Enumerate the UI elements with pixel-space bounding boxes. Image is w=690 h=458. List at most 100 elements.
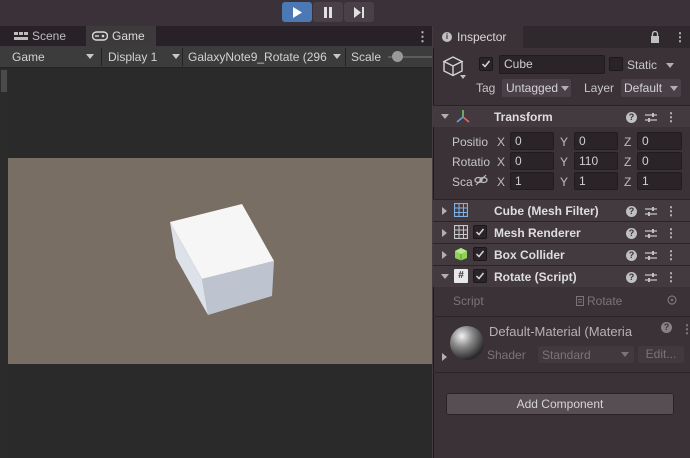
inspector-title: Inspector bbox=[457, 30, 507, 44]
component-menu-icon[interactable]: ⋮ bbox=[665, 205, 677, 217]
scale-x-field[interactable]: 1 bbox=[510, 172, 554, 190]
add-component-button[interactable]: Add Component bbox=[446, 393, 674, 415]
help-icon[interactable]: ? bbox=[626, 227, 637, 239]
tab-inspector[interactable]: i Inspector bbox=[433, 26, 523, 48]
step-icon bbox=[353, 6, 365, 18]
cube-object-icon bbox=[441, 55, 465, 77]
help-icon[interactable]: ? bbox=[626, 249, 637, 261]
chevron-down-icon bbox=[670, 86, 678, 91]
object-picker-icon[interactable] bbox=[667, 295, 677, 305]
static-dropdown-arrow[interactable] bbox=[666, 63, 674, 68]
tag-label: Tag bbox=[476, 81, 496, 95]
help-icon[interactable]: ? bbox=[626, 111, 637, 123]
rotate-script-checkbox[interactable] bbox=[473, 269, 487, 283]
position-y-field[interactable]: 0 bbox=[574, 132, 618, 150]
toolbar-divider bbox=[345, 48, 346, 66]
presets-icon[interactable] bbox=[645, 112, 657, 123]
transform-title: Transform bbox=[494, 110, 553, 124]
game-mode-dropdown[interactable]: Game bbox=[12, 46, 98, 68]
rotation-z-field[interactable]: 0 bbox=[637, 152, 682, 170]
check-icon bbox=[481, 60, 491, 68]
component-menu-icon[interactable]: ⋮ bbox=[665, 227, 677, 239]
component-menu-icon[interactable]: ⋮ bbox=[665, 111, 677, 123]
shader-dropdown[interactable]: Standard bbox=[538, 346, 634, 363]
expand-arrow-icon bbox=[442, 229, 447, 237]
scroll-strip bbox=[0, 68, 8, 458]
collapse-arrow-icon bbox=[441, 274, 449, 279]
static-checkbox[interactable] bbox=[609, 57, 623, 71]
mesh-renderer-header[interactable]: Mesh Renderer ? ⋮ bbox=[433, 221, 690, 243]
presets-icon[interactable] bbox=[645, 250, 657, 261]
gamepad-icon bbox=[92, 31, 108, 41]
scale-z-field[interactable]: 1 bbox=[637, 172, 682, 190]
tag-dropdown[interactable]: Untagged bbox=[502, 79, 571, 97]
static-label: Static bbox=[627, 58, 658, 72]
help-icon[interactable]: ? bbox=[626, 205, 637, 217]
step-button[interactable] bbox=[344, 2, 374, 22]
position-x-field[interactable]: 0 bbox=[510, 132, 554, 150]
mesh-renderer-checkbox[interactable] bbox=[473, 225, 487, 239]
axis-x-label: X bbox=[497, 175, 506, 189]
component-menu-icon[interactable]: ⋮ bbox=[665, 271, 677, 283]
rotation-x-field[interactable]: 0 bbox=[510, 152, 554, 170]
rotation-y-field[interactable]: 110 bbox=[574, 152, 618, 170]
layer-label: Layer bbox=[584, 81, 615, 95]
component-menu-icon[interactable]: ⋮ bbox=[665, 249, 677, 261]
pause-button[interactable] bbox=[313, 2, 343, 22]
game-mode-label: Game bbox=[12, 50, 45, 64]
axis-y-label: Y bbox=[560, 175, 569, 189]
inspector-menu-icon[interactable]: ⋮ bbox=[674, 31, 686, 43]
help-icon-material[interactable]: ? bbox=[661, 322, 672, 333]
tab-bar: Scene Game ⋮ bbox=[0, 26, 432, 46]
layer-dropdown[interactable]: Default bbox=[621, 79, 681, 97]
material-menu-icon[interactable]: ⋮ bbox=[681, 323, 690, 335]
check-icon bbox=[475, 250, 485, 258]
presets-icon[interactable] bbox=[645, 272, 657, 283]
rotate-script-header[interactable]: # Rotate (Script) ? ⋮ bbox=[433, 265, 690, 287]
play-icon bbox=[292, 6, 302, 18]
icon-dropdown-arrow[interactable] bbox=[460, 75, 466, 79]
script-label: Script bbox=[453, 294, 484, 308]
expand-arrow-icon[interactable] bbox=[442, 353, 447, 361]
scale-y-field[interactable]: 1 bbox=[574, 172, 618, 190]
link-icon[interactable] bbox=[474, 174, 488, 186]
box-collider-title: Box Collider bbox=[494, 248, 565, 262]
resolution-dropdown[interactable]: GalaxyNote9_Rotate (296 bbox=[188, 46, 342, 68]
panel-menu-icon[interactable]: ⋮ bbox=[416, 29, 429, 45]
object-name-field[interactable]: Cube bbox=[499, 55, 605, 74]
axis-y-label: Y bbox=[560, 135, 569, 149]
chevron-down-icon bbox=[86, 54, 94, 59]
edit-shader-button[interactable]: Edit... bbox=[638, 346, 684, 363]
toolbar-divider bbox=[101, 48, 102, 66]
display-dropdown[interactable]: Display 1 bbox=[108, 46, 180, 68]
play-button[interactable] bbox=[282, 2, 312, 22]
box-collider-header[interactable]: Box Collider ? ⋮ bbox=[433, 243, 690, 265]
transform-header[interactable]: Transform ? ⋮ bbox=[433, 105, 690, 127]
game-viewport[interactable] bbox=[8, 158, 432, 364]
tab-scene[interactable]: Scene bbox=[8, 26, 72, 46]
mesh-renderer-title: Mesh Renderer bbox=[494, 226, 581, 240]
mesh-filter-header[interactable]: Cube (Mesh Filter) ? ⋮ bbox=[433, 199, 690, 221]
rotate-script-title: Rotate (Script) bbox=[494, 270, 577, 284]
presets-icon[interactable] bbox=[645, 228, 657, 239]
position-z-field[interactable]: 0 bbox=[637, 132, 682, 150]
scale-slider-handle[interactable] bbox=[392, 51, 403, 62]
shader-label: Shader bbox=[487, 348, 526, 362]
help-icon[interactable]: ? bbox=[626, 271, 637, 283]
lock-icon[interactable] bbox=[650, 31, 660, 43]
box-collider-checkbox[interactable] bbox=[473, 247, 487, 261]
tab-game[interactable]: Game bbox=[86, 26, 156, 46]
display-label: Display 1 bbox=[108, 50, 158, 64]
scroll-thumb[interactable] bbox=[1, 70, 7, 92]
presets-icon[interactable] bbox=[645, 206, 657, 217]
active-checkbox[interactable] bbox=[479, 57, 493, 71]
material-preview-sphere bbox=[449, 325, 485, 361]
material-name: Default-Material (Materia bbox=[489, 324, 633, 339]
mesh-filter-title: Cube (Mesh Filter) bbox=[494, 204, 599, 218]
axis-z-label: Z bbox=[624, 175, 632, 189]
script-field[interactable]: Rotate bbox=[576, 292, 682, 309]
box-collider-icon bbox=[454, 247, 468, 261]
axis-z-label: Z bbox=[624, 155, 632, 169]
scale-label: Scale bbox=[351, 50, 382, 64]
shader-value: Standard bbox=[542, 347, 591, 362]
